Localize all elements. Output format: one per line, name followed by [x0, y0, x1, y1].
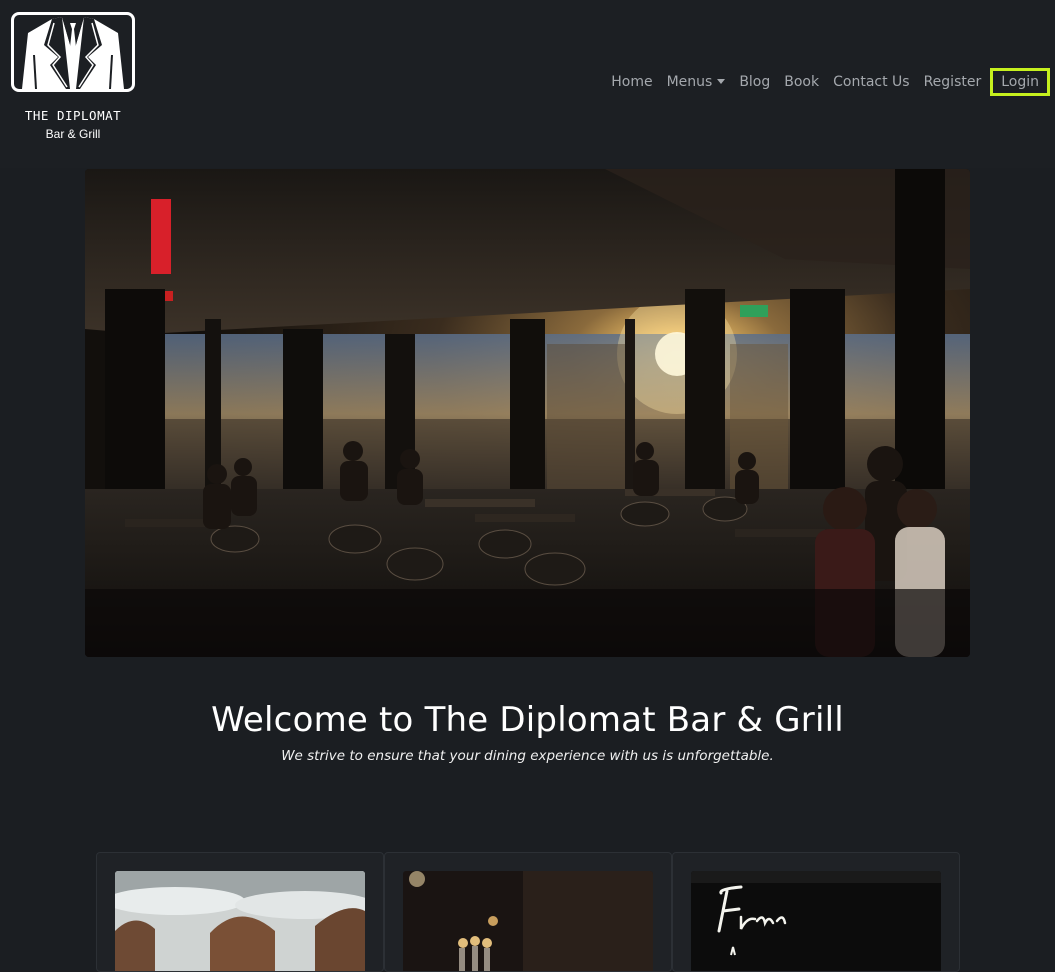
nav-blog-link[interactable]: Blog [732, 68, 777, 96]
site-header: THE DIPLOMAT Bar & Grill Home Menus Blog… [0, 0, 1055, 168]
candles-bar-photo [403, 871, 653, 971]
brand-name: THE DIPLOMAT [24, 108, 122, 123]
neon-sign-photo [691, 871, 941, 971]
brand-logo[interactable]: THE DIPLOMAT Bar & Grill [11, 12, 135, 141]
welcome-title: Welcome to The Diplomat Bar & Grill [211, 700, 844, 740]
main-nav: Home Menus Blog Book Contact Us Register… [604, 68, 1050, 96]
feature-card[interactable] [672, 852, 960, 972]
nav-book-link[interactable]: Book [777, 68, 826, 96]
nav-home-label: Home [611, 74, 653, 90]
feature-card[interactable] [96, 852, 384, 972]
nav-contact-label: Contact Us [833, 74, 910, 90]
nav-home-link[interactable]: Home [604, 68, 659, 96]
nav-register-link[interactable]: Register [917, 68, 989, 96]
nav-login-link[interactable]: Login [990, 68, 1050, 96]
dining-tables-photo [115, 871, 365, 971]
feature-cards [96, 852, 960, 972]
nav-menus-dropdown[interactable]: Menus [660, 68, 733, 96]
nav-register-label: Register [923, 74, 982, 90]
welcome-subtitle: We strive to ensure that your dining exp… [281, 748, 774, 764]
nav-blog-label: Blog [739, 74, 771, 90]
nav-login-label: Login [1001, 74, 1039, 90]
nav-contact-link[interactable]: Contact Us [826, 68, 916, 96]
welcome-section: Welcome to The Diplomat Bar & Grill We s… [0, 700, 1055, 764]
nav-menus-label: Menus [666, 74, 713, 90]
feature-card[interactable] [384, 852, 672, 972]
nav-book-label: Book [784, 74, 820, 90]
brand-tagline: Bar & Grill [45, 127, 101, 141]
hero-image [85, 169, 970, 657]
caret-down-icon [717, 78, 726, 84]
suit-jacket-icon [11, 12, 135, 92]
